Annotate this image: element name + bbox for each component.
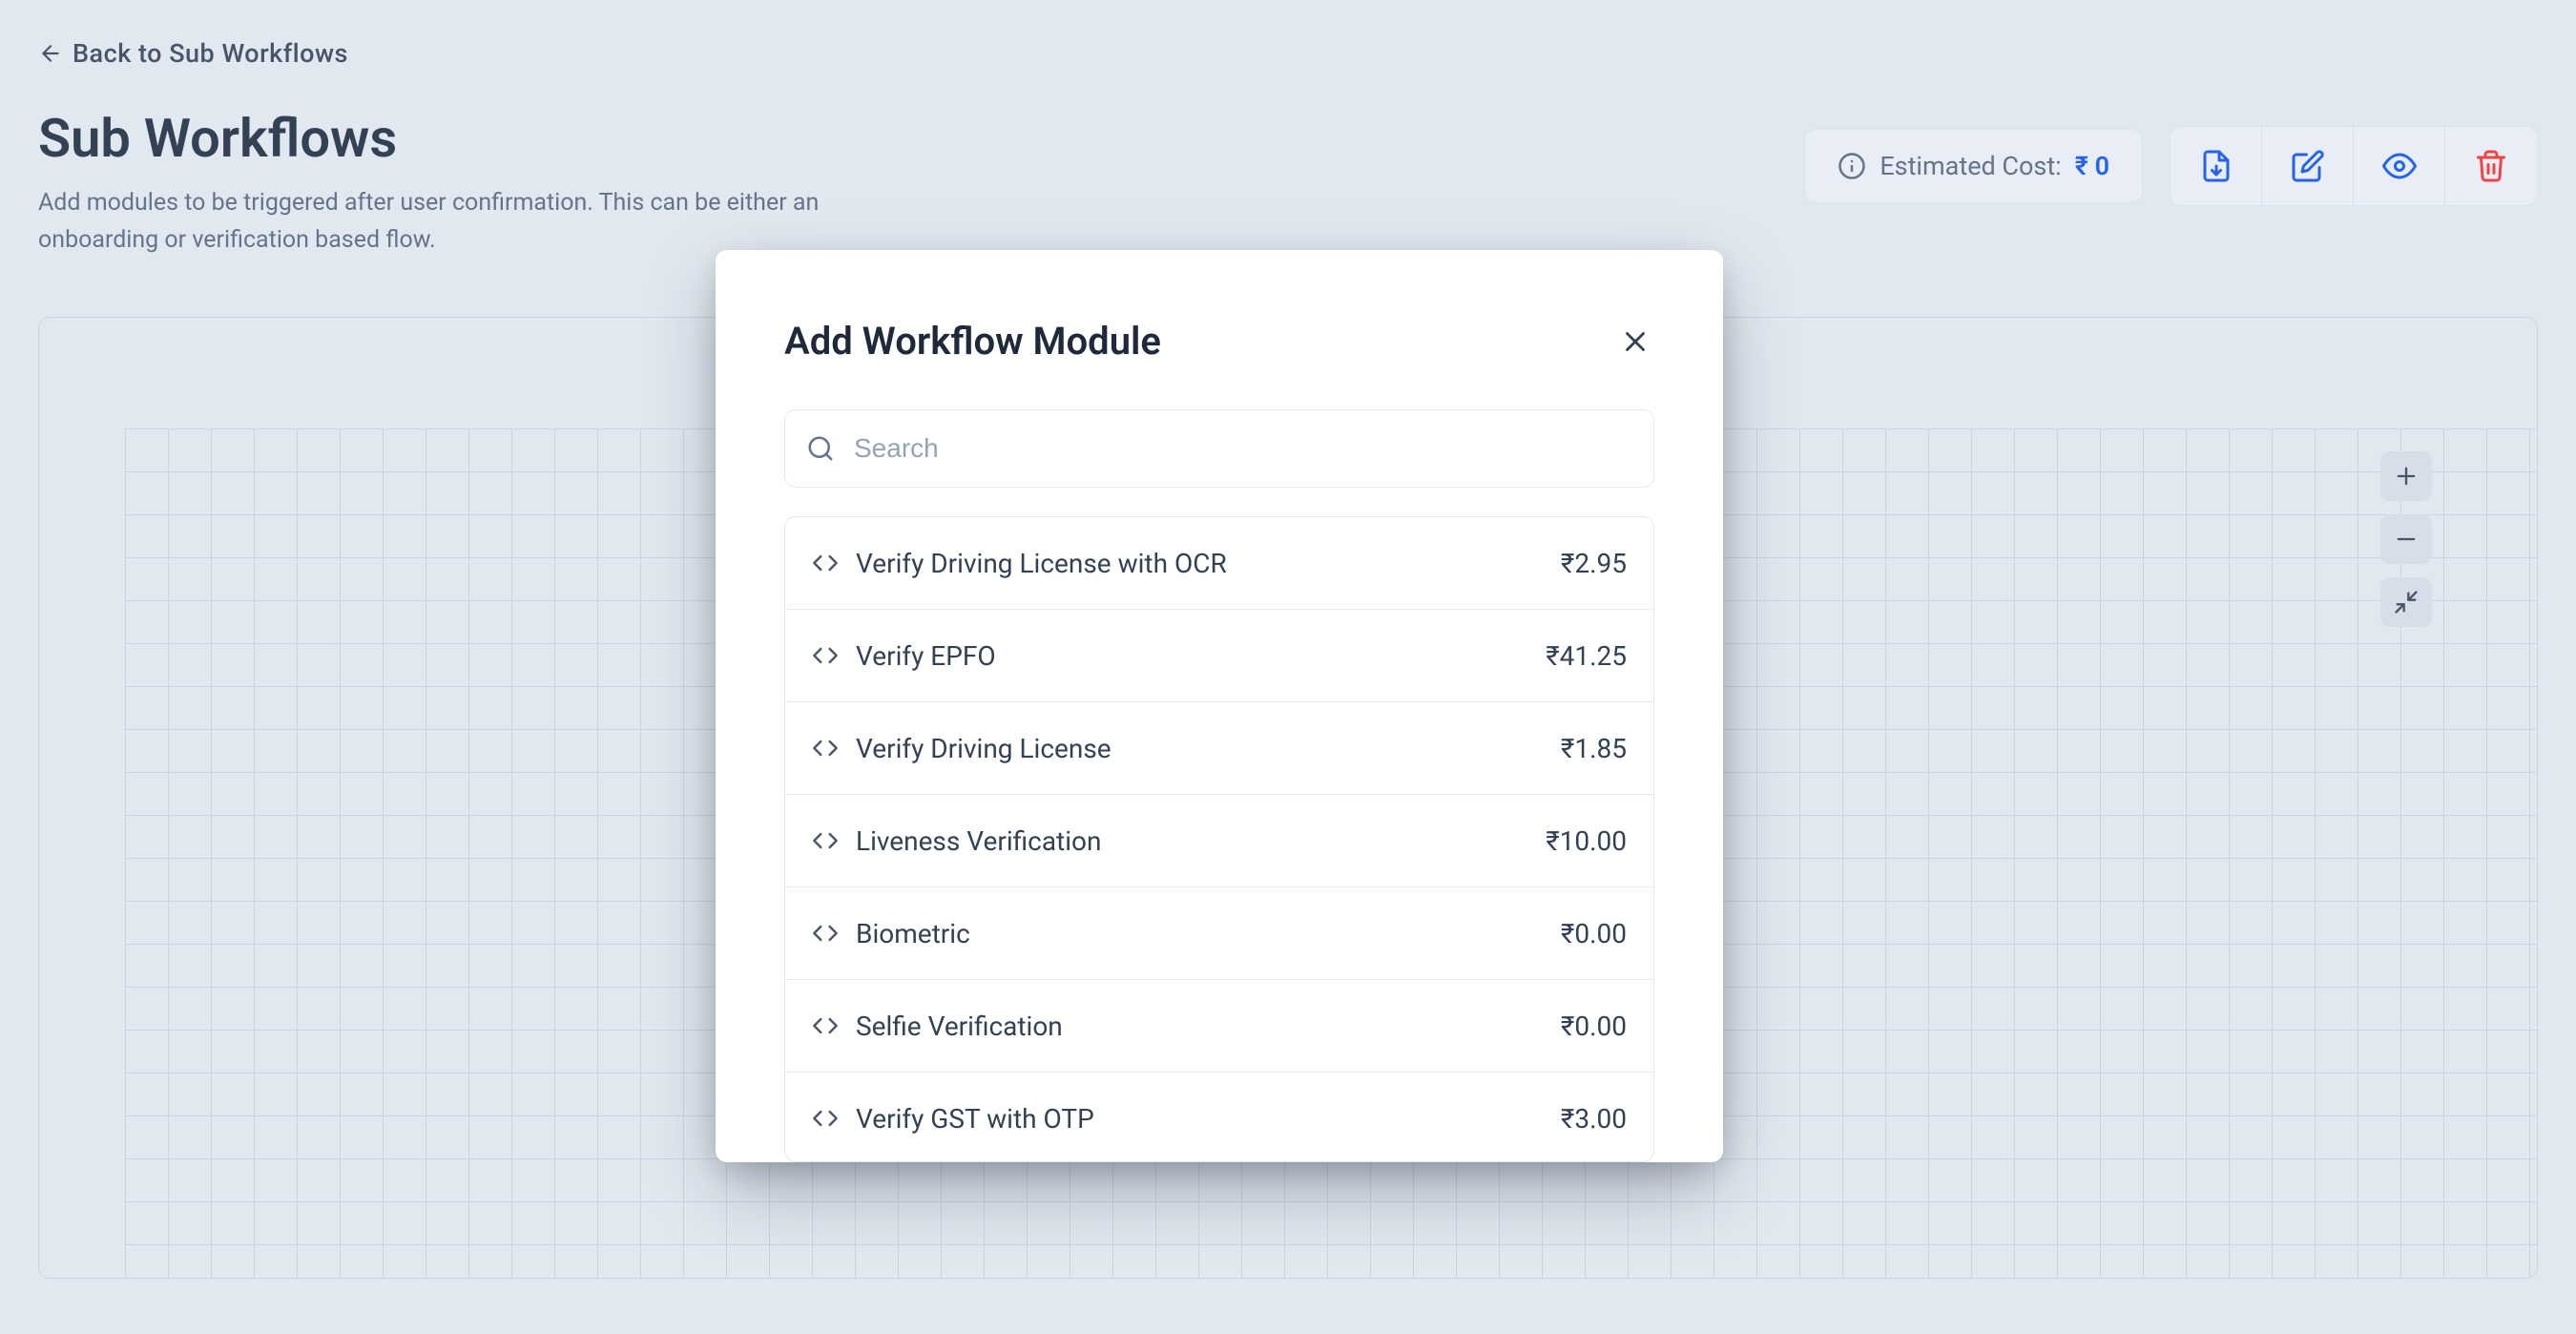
module-price: ₹10.00 [1546,825,1627,857]
module-list: Verify Driving License with OCR₹2.95Veri… [785,517,1653,1161]
module-row[interactable]: Verify Driving License with OCR ₹2.95 [785,517,1653,610]
page-title: Sub Workflows [38,107,821,170]
module-name: Verify Driving License with OCR [856,548,1227,579]
close-icon [1619,325,1652,358]
module-row[interactable]: Liveness Verification ₹10.00 [785,795,1653,887]
module-price: ₹0.00 [1561,918,1627,949]
module-row[interactable]: Verify Driving License ₹1.85 [785,702,1653,795]
module-name: Biometric [856,918,970,949]
back-link-label: Back to Sub Workflows [73,38,348,69]
fit-view-icon [2393,589,2420,615]
preview-button[interactable] [2354,127,2445,205]
search-icon [806,434,835,463]
delete-button[interactable] [2445,127,2537,205]
fit-view-button[interactable] [2380,577,2432,627]
trash-icon [2474,149,2508,183]
code-icon [812,550,839,576]
plus-icon [2393,463,2420,490]
arrow-left-icon [38,41,63,66]
estimated-cost-pill: Estimated Cost: ₹ 0 [1804,129,2143,203]
edit-icon [2291,149,2325,183]
module-price: ₹0.00 [1561,1011,1627,1042]
search-field[interactable] [784,409,1654,488]
cost-value: ₹ 0 [2075,151,2109,181]
zoom-in-button[interactable] [2380,451,2432,501]
module-price: ₹2.95 [1561,548,1627,579]
edit-button[interactable] [2262,127,2354,205]
file-export-icon [2199,149,2233,183]
module-price: ₹1.85 [1561,733,1627,764]
code-icon [812,1012,839,1039]
module-name: Verify GST with OTP [856,1103,1094,1135]
code-icon [812,1105,839,1132]
code-icon [812,642,839,669]
code-icon [812,735,839,761]
module-name: Liveness Verification [856,825,1101,857]
cost-label: Estimated Cost: [1880,151,2061,181]
close-button[interactable] [1616,323,1654,361]
minus-icon [2393,526,2420,552]
module-name: Verify EPFO [856,640,996,672]
code-icon [812,827,839,854]
page-subtitle: Add modules to be triggered after user c… [38,185,821,260]
export-button[interactable] [2171,127,2262,205]
modal-title: Add Workflow Module [784,319,1161,364]
zoom-out-button[interactable] [2380,514,2432,564]
module-row[interactable]: Verify EPFO ₹41.25 [785,610,1653,702]
info-icon [1838,152,1866,180]
module-row[interactable]: Biometric ₹0.00 [785,887,1653,980]
code-icon [812,920,839,947]
search-input[interactable] [854,433,1632,464]
module-name: Verify Driving License [856,733,1111,764]
module-row[interactable]: Verify GST with OTP ₹3.00 [785,1073,1653,1162]
back-link[interactable]: Back to Sub Workflows [38,38,348,69]
module-row[interactable]: Selfie Verification ₹0.00 [785,980,1653,1073]
module-name: Selfie Verification [856,1011,1063,1042]
add-module-modal: Add Workflow Module Verify Driving Licen… [716,250,1723,1162]
eye-icon [2382,149,2417,183]
module-price: ₹3.00 [1561,1103,1627,1135]
module-price: ₹41.25 [1546,640,1627,672]
toolbar [2170,126,2538,206]
